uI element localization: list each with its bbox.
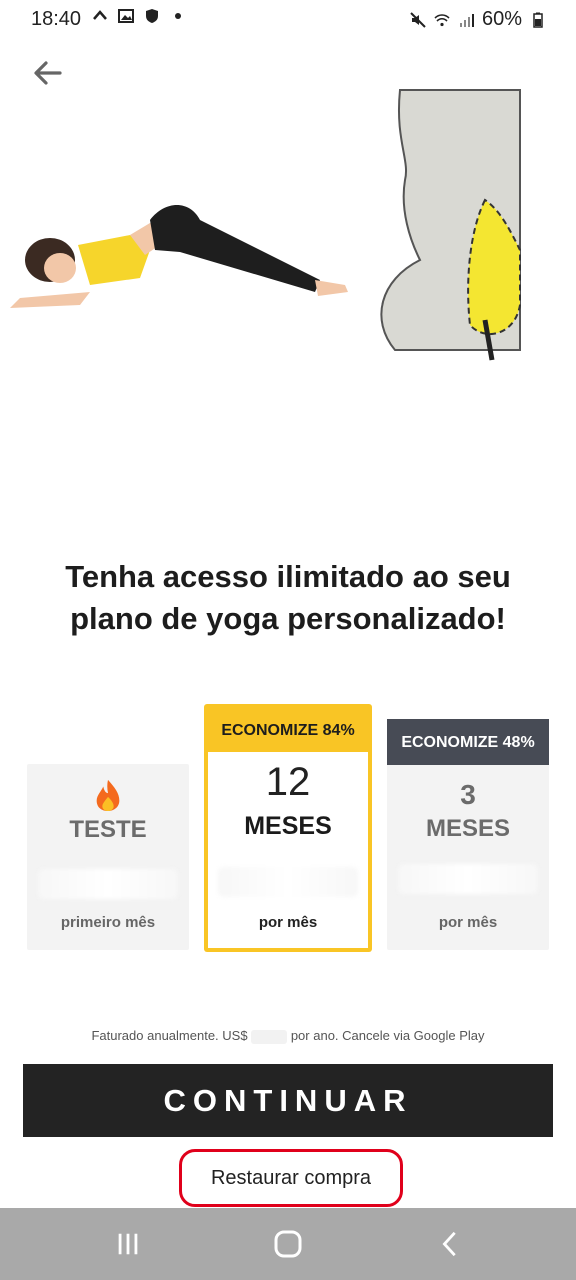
title-line-1: Tenha acesso ilimitado ao seu [65,559,511,594]
plan-12-unit: MESES [244,812,332,840]
battery-icon [533,12,543,28]
back-chevron-icon [442,1231,456,1257]
signal-icon [459,13,474,27]
plan-trial-note: primeiro mês [60,914,156,931]
status-left-icons [92,8,186,24]
yoga-woman-figure [10,205,348,308]
plan-12-body: 12 MESES por mês [208,752,368,948]
billing-amount-redacted [251,1029,288,1044]
plan-12-number: 12 [265,760,311,804]
plan-card-12-months[interactable]: ECONOMIZE 84% 12 MESES por mês [204,704,372,952]
page-title: Tenha acesso ilimitado ao seu plano de y… [0,556,576,640]
billing-suffix: por ano. Cancele via Google Play [290,1028,485,1043]
chevron-up-icon [93,10,107,20]
image-icon [118,9,134,23]
plan-12-badge: ECONOMIZE 84% [221,722,355,739]
plan-card-trial[interactable]: TESTE primeiro mês [27,764,189,950]
restore-purchase-button[interactable]: Restaurar compra [179,1149,403,1207]
system-navigation-bar [0,1208,576,1280]
plan-card-3-months[interactable]: ECONOMIZE 48% 3 MESES por mês [387,719,549,950]
plan-3-note: por mês [438,914,498,931]
hero-illustration [10,89,521,361]
shield-icon [146,9,158,23]
fire-icon [96,779,120,812]
recent-apps-button[interactable] [88,1208,168,1280]
mute-icon [410,11,426,28]
status-time: 18:40 [31,8,82,30]
wifi-icon [434,13,450,26]
plan-3-unit: MESES [425,815,511,842]
continue-button[interactable]: CONTINUAR [23,1064,553,1137]
price-redacted [218,867,358,897]
plan-3-number: 3 [460,779,476,810]
home-button[interactable] [248,1208,328,1280]
plan-12-note: por mês [258,914,318,931]
recent-apps-icon [118,1233,138,1255]
plan-trial-name: TESTE [69,816,147,843]
price-redacted [398,864,538,894]
battery-percent: 60% [481,8,522,30]
plan-3-badge: ECONOMIZE 48% [401,734,535,751]
status-bar: 18:40 60% [0,0,576,36]
status-right: 60% [410,8,546,31]
billing-prefix: Faturado anualmente. US$ [91,1028,248,1043]
dot-icon [175,13,181,19]
torso-outline-figure [380,89,521,361]
title-line-2: plano de yoga personalizado! [70,601,506,636]
price-redacted [38,869,178,899]
home-icon [274,1230,302,1258]
billing-note: Faturado anualmente. US$ por ano. Cancel… [0,1028,576,1044]
back-button[interactable] [410,1208,490,1280]
